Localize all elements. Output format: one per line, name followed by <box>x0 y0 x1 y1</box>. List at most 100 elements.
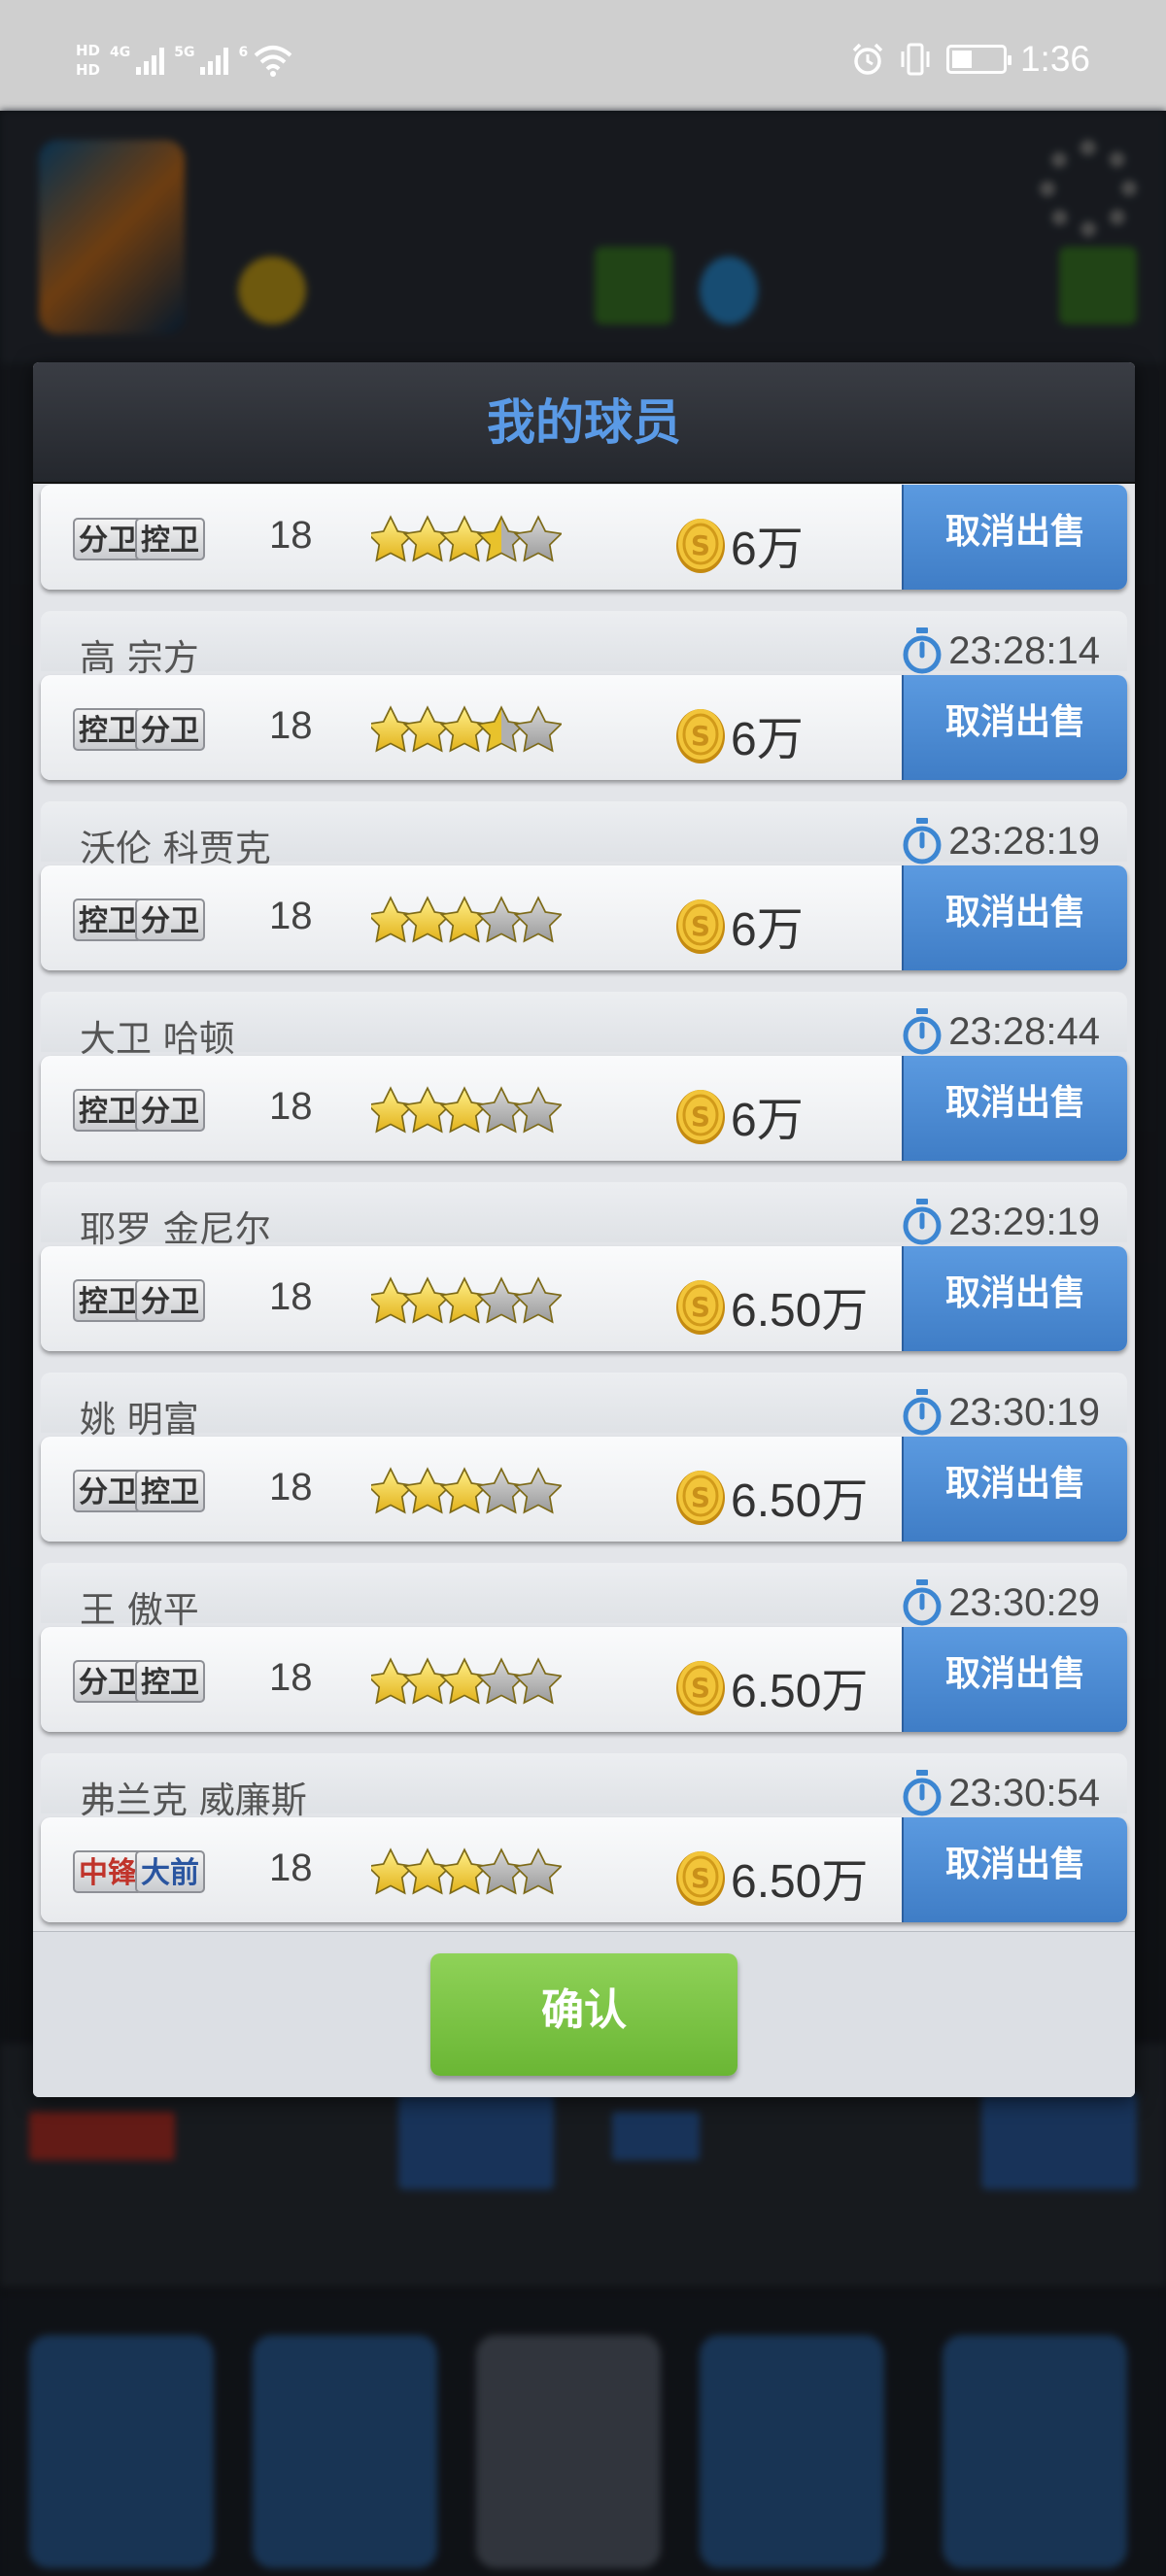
star-icon <box>371 1847 416 1895</box>
stopwatch-icon <box>903 818 942 864</box>
star-icon <box>476 705 527 753</box>
player-row-body: 分卫 控卫 18 S 6.50万 取消出售 <box>41 1627 1127 1732</box>
player-age: 18 <box>269 704 313 747</box>
position-badge: 中锋 <box>73 1850 143 1893</box>
player-row: 大卫 哈顿 23:28:44 控卫 分卫 18 S 6万 取消出售 <box>33 986 1135 1176</box>
remaining-time: 23:30:19 <box>948 1390 1100 1434</box>
star-icon <box>439 1847 490 1895</box>
remaining-time: 23:30:54 <box>948 1771 1100 1814</box>
sale-timer: 23:28:44 <box>902 1007 1100 1056</box>
rating-stars <box>371 1657 562 1705</box>
player-row-header: 姚 明富 23:30:19 <box>41 1373 1127 1441</box>
sale-price: 6万 <box>731 714 804 765</box>
player-row-header: 王 傲平 23:30:29 <box>41 1563 1127 1631</box>
star-icon <box>513 1276 562 1324</box>
sale-timer: 23:28:19 <box>902 817 1100 865</box>
svg-text:S: S <box>691 529 710 561</box>
stopwatch-icon <box>903 1008 942 1055</box>
star-icon <box>371 896 416 943</box>
status-bar: HD HD 4G 5G 6 1:36 <box>0 0 1166 111</box>
svg-text:S: S <box>691 1672 710 1704</box>
star-icon <box>371 515 416 562</box>
rating-stars <box>371 896 562 943</box>
star-icon <box>402 1657 453 1705</box>
sale-timer: 23:29:19 <box>902 1198 1100 1246</box>
position-badge: 控卫 <box>135 1470 205 1512</box>
svg-text:S: S <box>691 910 710 942</box>
confirm-button[interactable]: 确认 <box>430 1953 737 2076</box>
sale-price: 6.50万 <box>731 1856 869 1908</box>
cancel-sale-button[interactable]: 取消出售 <box>902 1627 1127 1732</box>
player-name: 耶罗 金尼尔 <box>80 1208 271 1250</box>
star-icon <box>439 896 490 943</box>
star-icon <box>513 896 562 943</box>
star-icon <box>402 1847 453 1895</box>
cancel-sale-button[interactable]: 取消出售 <box>902 675 1127 780</box>
status-right: 1:36 <box>851 39 1090 80</box>
player-row-body: 控卫 分卫 18 S 6.50万 取消出售 <box>41 1246 1127 1351</box>
star-icon <box>402 705 453 753</box>
cancel-sale-button[interactable]: 取消出售 <box>902 1437 1127 1542</box>
position-badge: 控卫 <box>135 1660 205 1703</box>
star-icon <box>513 1847 562 1895</box>
cancel-sale-button[interactable]: 取消出售 <box>902 1246 1127 1351</box>
position-badge: 分卫 <box>135 1089 205 1132</box>
hd-bottom: HD <box>76 61 101 79</box>
battery-icon <box>945 45 1012 74</box>
player-age: 18 <box>269 514 313 557</box>
coin-icon: S <box>676 1090 725 1144</box>
star-icon <box>476 1657 527 1705</box>
sale-timer: 23:30:29 <box>902 1578 1100 1627</box>
coin-icon: S <box>676 709 725 763</box>
rating-stars <box>371 705 562 753</box>
player-row: 姚 明富 23:30:19 分卫 控卫 18 S 6.50万 取消出售 <box>33 1367 1135 1557</box>
star-icon <box>476 1467 527 1514</box>
player-row-header: 高 宗方 23:28:14 <box>41 611 1127 679</box>
star-icon <box>476 896 527 943</box>
player-name: 高 宗方 <box>80 637 199 679</box>
remaining-time: 23:28:19 <box>948 819 1100 863</box>
star-icon <box>476 1847 527 1895</box>
rating-stars <box>371 515 562 562</box>
cancel-sale-button[interactable]: 取消出售 <box>902 865 1127 970</box>
stopwatch-icon <box>903 1579 942 1626</box>
star-icon <box>439 1467 490 1514</box>
player-row: 耶罗 金尼尔 23:29:19 控卫 分卫 18 S 6.50万 取消出售 <box>33 1176 1135 1367</box>
remaining-time: 23:30:29 <box>948 1580 1100 1624</box>
position-badge: 控卫 <box>73 1089 143 1132</box>
player-name: 沃伦 科贾克 <box>80 828 271 869</box>
star-icon <box>371 1086 416 1134</box>
cancel-sale-button[interactable]: 取消出售 <box>902 1056 1127 1161</box>
sale-price: 6.50万 <box>731 1666 869 1717</box>
sale-price: 6.50万 <box>731 1285 869 1337</box>
player-list[interactable]: 分卫 控卫 18 S 6万 取消出售高 宗方 23:28:14 控卫 分卫 18 S 6万 取消出售 沃伦… <box>33 484 1135 1931</box>
stopwatch-icon <box>903 1770 942 1816</box>
remaining-time: 23:28:14 <box>948 628 1100 672</box>
position-badge: 分卫 <box>73 518 143 560</box>
player-row-header: 大卫 哈顿 23:28:44 <box>41 992 1127 1060</box>
position-badge: 分卫 <box>135 898 205 941</box>
star-icon <box>371 1276 416 1324</box>
player-row-body: 分卫 控卫 18 S 6.50万 取消出售 <box>41 1437 1127 1542</box>
status-left: HD HD 4G 5G 6 <box>76 43 292 78</box>
player-row: 沃伦 科贾克 23:28:19 控卫 分卫 18 S 6万 取消出售 <box>33 796 1135 986</box>
rating-stars <box>371 1467 562 1514</box>
player-age: 18 <box>269 895 313 937</box>
coin-icon: S <box>676 1280 725 1335</box>
player-name: 弗兰克 威廉斯 <box>80 1779 307 1821</box>
dialog-title: 我的球员 <box>487 394 681 451</box>
player-row-header: 沃伦 科贾克 23:28:19 <box>41 801 1127 869</box>
sale-price: 6.50万 <box>731 1475 869 1527</box>
cancel-sale-button[interactable]: 取消出售 <box>902 485 1127 590</box>
svg-text:S: S <box>691 1291 710 1323</box>
star-icon <box>402 1086 453 1134</box>
dialog-footer: 确认 <box>33 1931 1135 2097</box>
cancel-sale-button[interactable]: 取消出售 <box>902 1817 1127 1922</box>
star-icon <box>439 515 490 562</box>
my-players-dialog: 我的球员 分卫 控卫 18 S 6万 取消出售高 宗方 23:28:14 控卫 分卫 18 S 6万取… <box>33 362 1135 2097</box>
player-row-header: 耶罗 金尼尔 23:29:19 <box>41 1182 1127 1250</box>
sale-timer: 23:30:19 <box>902 1388 1100 1437</box>
sale-price: 6万 <box>731 904 804 956</box>
position-badge: 控卫 <box>135 518 205 560</box>
svg-text:S: S <box>691 720 710 752</box>
